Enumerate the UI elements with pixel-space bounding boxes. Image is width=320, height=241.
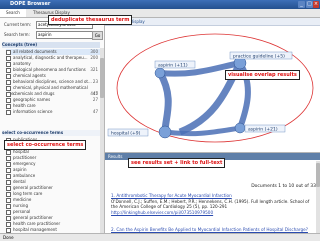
checkbox-icon[interactable] [6, 215, 11, 221]
result-authors: O'Donnell, C.J.; Suffen, E.M.; Hebert, P… [111, 198, 310, 210]
checkbox-icon[interactable] [6, 209, 11, 215]
graph-node[interactable] [158, 125, 172, 139]
checkbox-icon[interactable] [6, 185, 11, 191]
checkbox-icon[interactable] [6, 221, 11, 227]
subcat-label: health care practitioner [13, 221, 61, 226]
category-label: biological phenomena and functions [13, 67, 86, 72]
overlap-band [164, 125, 241, 137]
category-label: behavioral disciplines, science and ot..… [13, 79, 92, 84]
tab-search[interactable]: Search [0, 9, 26, 17]
graph-node[interactable] [154, 67, 166, 79]
checkbox-icon[interactable] [6, 85, 11, 91]
category-label: geographic names [13, 97, 51, 102]
checkbox-icon[interactable] [6, 155, 11, 161]
checkbox-icon[interactable] [6, 149, 11, 155]
annotation-dedup: deduplicate thesaurus term [48, 15, 133, 25]
node-label: hospital (+9) [111, 131, 141, 137]
maximize-icon[interactable]: □ [306, 1, 313, 8]
checkbox-icon[interactable] [6, 91, 11, 97]
viz-header: Thesaurus Display [105, 18, 320, 26]
category-label: information science [13, 109, 53, 114]
node-label: aspirin (+11) [158, 63, 188, 69]
node-label: practice guideline (+5) [233, 54, 285, 60]
node-label: aspirin (+21) [248, 127, 278, 133]
concepts-section-header: Concepts (tree) [2, 42, 100, 48]
overlap-graph[interactable]: aspirin (+11) practice guideline (+5) ho… [105, 18, 320, 152]
annotation-cooccurrence: select co-occurrence terms [4, 140, 87, 150]
cooccurrence-header: select co-occurrence terms [2, 130, 100, 136]
checkbox-icon[interactable] [6, 109, 11, 115]
minimize-icon[interactable]: _ [298, 1, 305, 8]
scrollbar-thumb[interactable] [100, 58, 104, 98]
scrollbar-thumb[interactable] [316, 163, 320, 187]
subcat-label: general practitioner [13, 215, 53, 220]
category-count: 47 [92, 109, 98, 114]
concept-label: Current term: [4, 22, 32, 27]
subcat-label: general practitioner [13, 185, 53, 190]
subcat-label: long term care [13, 191, 43, 196]
subcat-label: personal [13, 209, 31, 214]
subcat-label: aspirin [13, 167, 27, 172]
search-label: Search term: [4, 32, 30, 37]
title-bar: DOPE Browser _ □ × [0, 0, 320, 9]
checkbox-icon[interactable] [6, 73, 11, 79]
subcat-label: medicine [13, 197, 32, 202]
go-button[interactable]: Go [92, 31, 103, 40]
checkbox-icon[interactable] [6, 203, 11, 209]
results-scrollbar[interactable] [316, 161, 320, 241]
annotation-results: see results set + link to full-text [128, 158, 226, 168]
subcat-label: practitioner [13, 155, 37, 160]
checkbox-icon[interactable] [6, 79, 11, 85]
subcat-label: emergency [13, 161, 36, 166]
category-label: analytical, diagnostic and therapeu... [13, 55, 88, 60]
close-icon[interactable]: × [313, 1, 319, 8]
status-text: Done [3, 235, 14, 240]
checkbox-icon[interactable] [6, 67, 11, 73]
result-title-link[interactable]: 2. Can the Aspirin Benefits Be Applied t… [111, 227, 311, 233]
result-item[interactable]: 1. Antithrombotic Therapy for Acute Myoc… [111, 193, 311, 215]
checkbox-icon[interactable] [6, 179, 11, 185]
category-label: chemical agents [13, 73, 46, 78]
checkbox-icon[interactable] [6, 49, 11, 55]
category-label: anatomy [13, 61, 31, 66]
window-title: DOPE Browser [10, 1, 51, 7]
category-label: chemicals and drugs [13, 91, 55, 96]
graph-node[interactable] [234, 122, 246, 134]
checkbox-icon[interactable] [6, 227, 11, 233]
subcat-label: hospital management [13, 227, 57, 232]
subcat-label: dental [13, 179, 26, 184]
category-item[interactable]: information science 47 [6, 109, 100, 115]
subcat-label: nursing [13, 203, 28, 208]
checkbox-icon[interactable] [6, 97, 11, 103]
checkbox-icon[interactable] [6, 173, 11, 179]
annotation-overlap: visualise overlap results [225, 70, 300, 80]
fulltext-link[interactable]: http://linkinghub.elsevier.com/pii/07351… [111, 210, 311, 216]
subcat-label: ambulance [13, 173, 36, 178]
category-label: all related documents [13, 49, 57, 54]
checkbox-icon[interactable] [6, 191, 11, 197]
checkbox-icon[interactable] [6, 197, 11, 203]
checkbox-icon[interactable] [6, 103, 11, 109]
checkbox-icon[interactable] [6, 167, 11, 173]
category-label: health care [13, 103, 36, 108]
visualization-panel: aspirin (+11) practice guideline (+5) ho… [105, 18, 320, 152]
result-item[interactable]: 2. Can the Aspirin Benefits Be Applied t… [111, 227, 311, 233]
search-input[interactable]: aspirin [36, 31, 93, 39]
checkbox-icon[interactable] [6, 61, 11, 67]
checkbox-icon[interactable] [6, 161, 11, 167]
overlap-band [156, 71, 172, 133]
left-panel: Current term: acetylsalicylic acid Searc… [0, 18, 105, 240]
left-scrollbar[interactable] [100, 48, 104, 238]
checkbox-icon[interactable] [6, 55, 11, 61]
document-count: Documents 1 to 10 out of 33 [251, 184, 316, 189]
